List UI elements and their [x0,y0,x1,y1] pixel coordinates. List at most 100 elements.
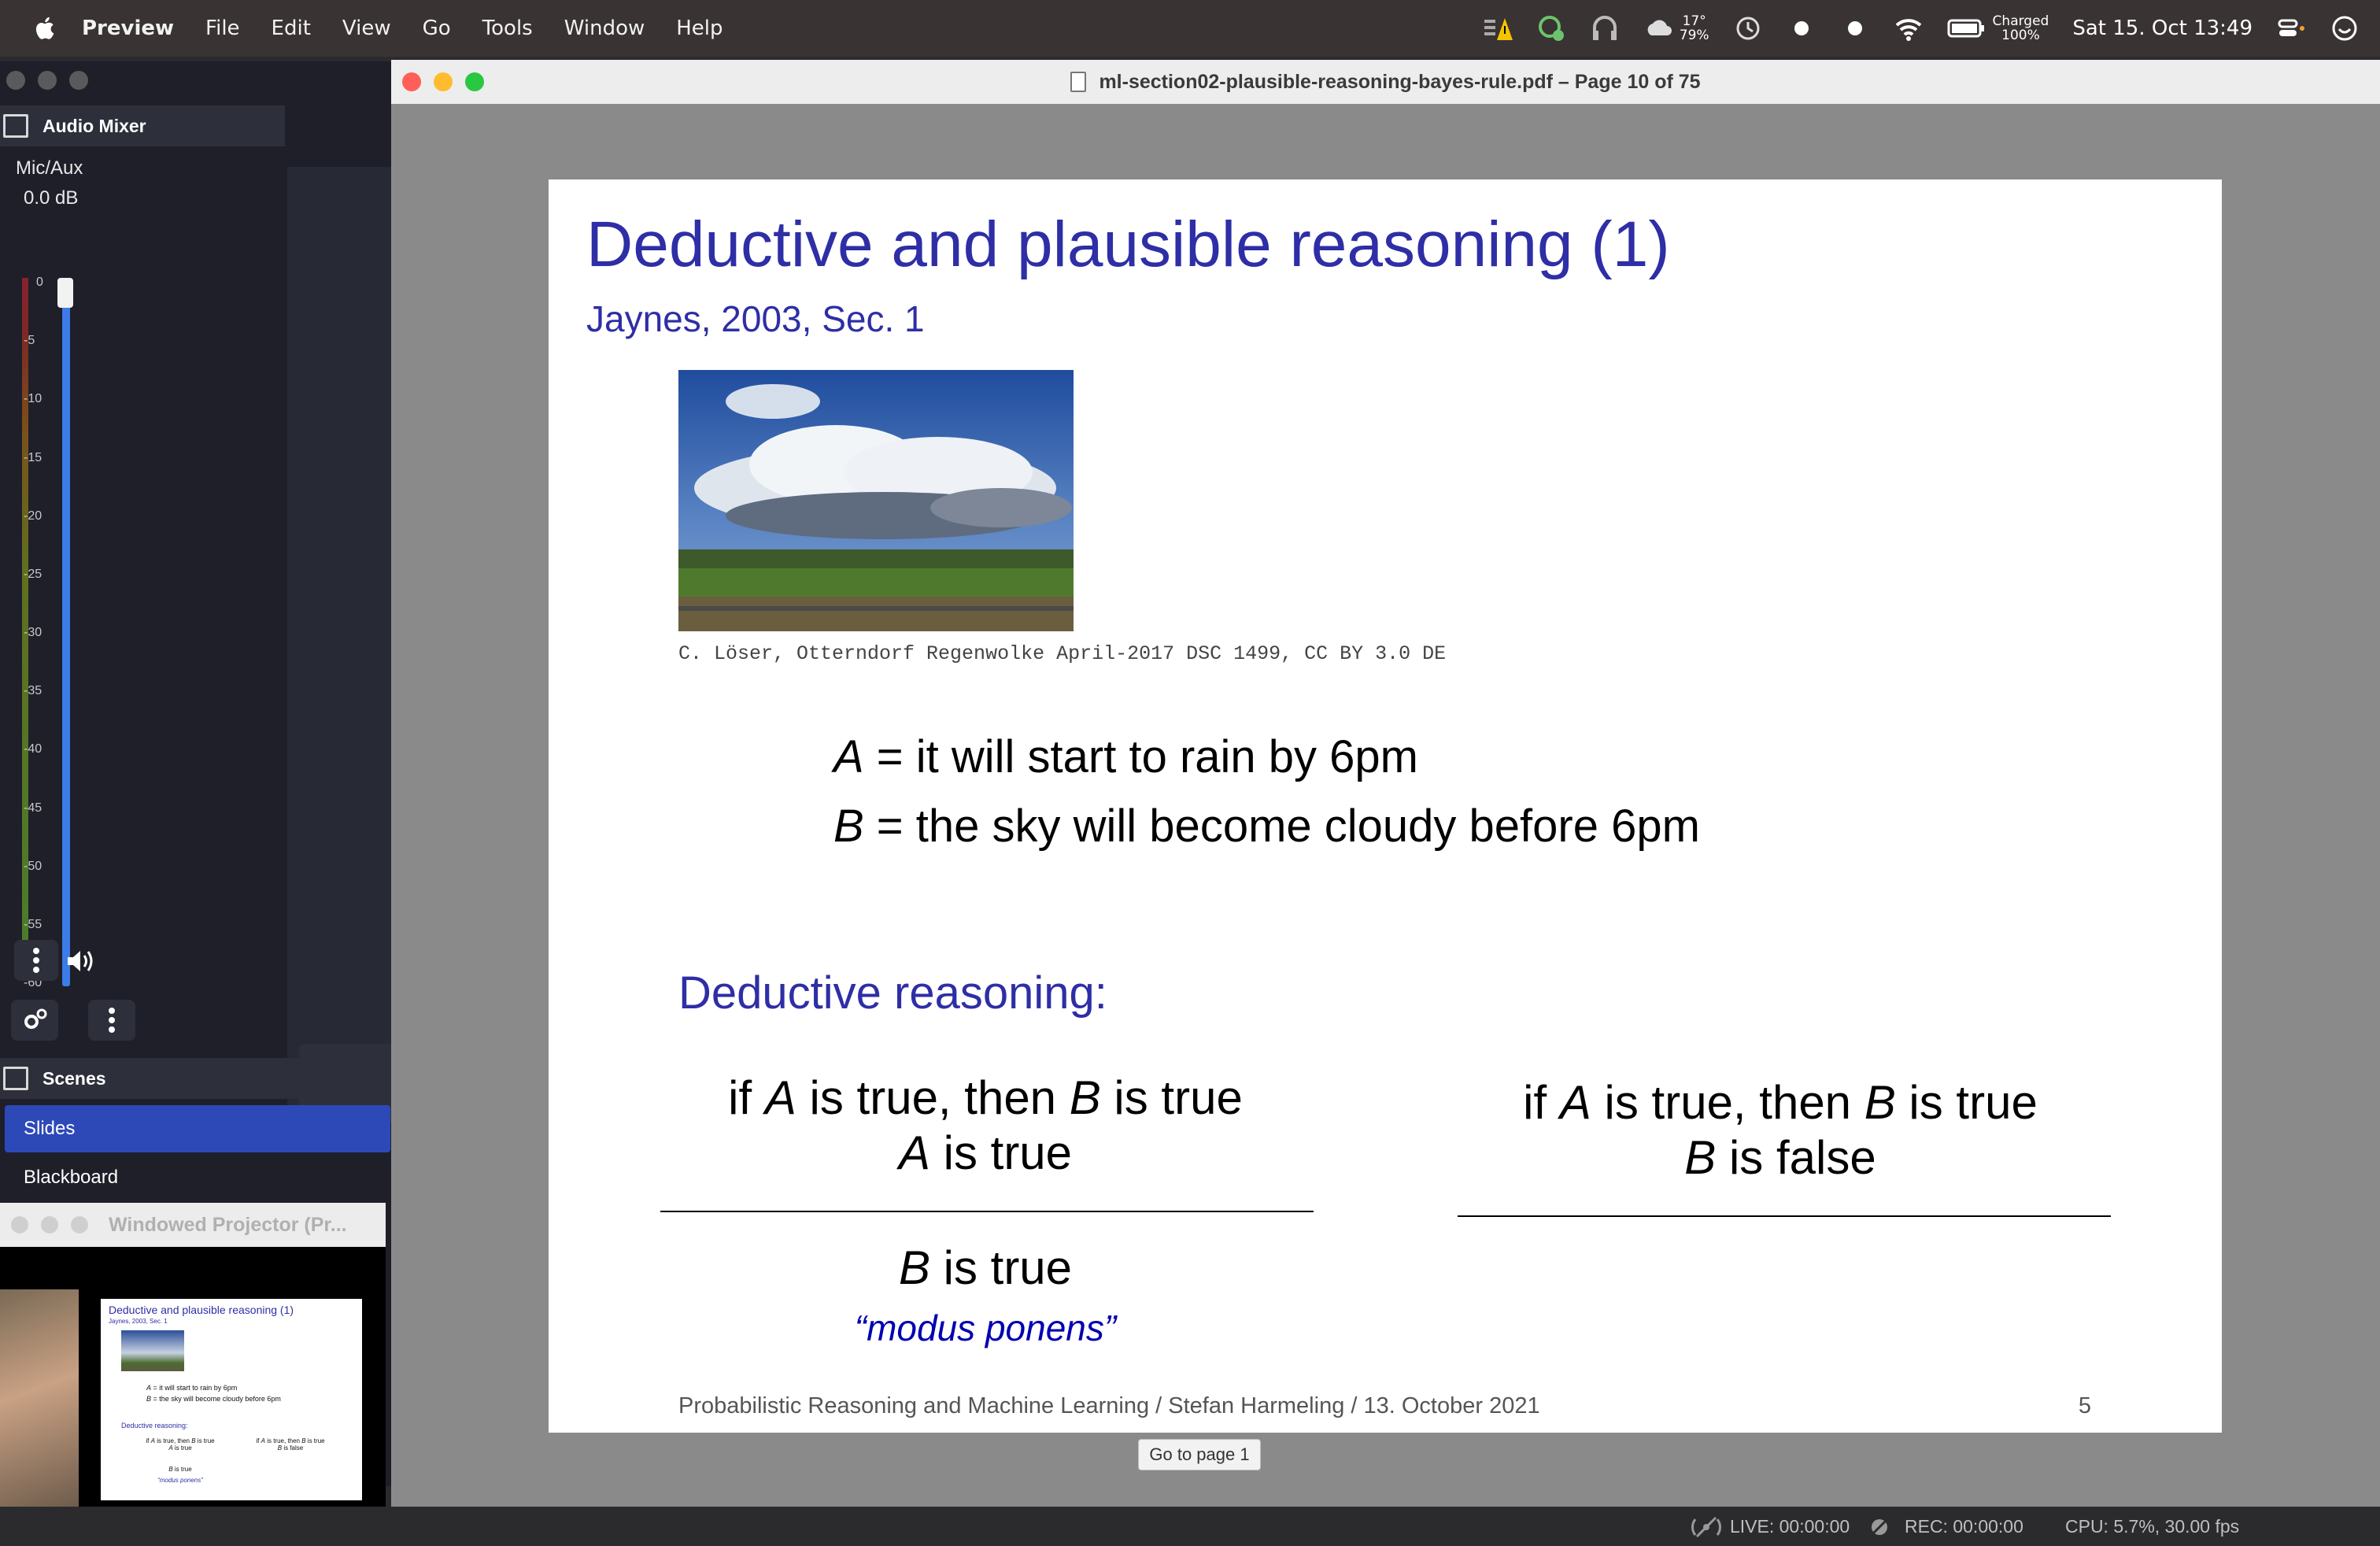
zoom-button[interactable] [465,72,484,91]
scene-item-blackboard[interactable]: Blackboard [5,1154,390,1201]
meter-tick-label: -15 [24,450,42,464]
definition-a: A = it will start to rain by 6pm [833,723,1700,792]
windowed-projector: Windowed Projector (Pr... Deductive and … [0,1203,386,1546]
obs-window-controls [6,71,88,90]
go-to-page-button[interactable]: Go to page 1 [1138,1439,1261,1470]
meter-tick-label: -40 [24,742,42,756]
scene-item-slides[interactable]: Slides [5,1105,390,1152]
time-machine-icon[interactable] [1733,13,1763,43]
apple-menu-icon[interactable] [31,14,60,43]
menu-bar: Preview File Edit View Go Tools Window H… [0,0,2380,57]
projector-title: Windowed Projector (Pr... [109,1213,347,1236]
mini-def-b: B = the sky will become cloudy before 6p… [146,1395,281,1403]
wifi-icon[interactable] [1894,13,1924,43]
menu-bar-extras: 17° 79% Charged 100% Sat 15. Oct 13:49 [1483,0,2360,57]
volume-slider-handle[interactable] [57,278,73,308]
modus-ponens-label: “modus ponens” [854,1307,1117,1348]
menu-window[interactable]: Window [564,17,645,40]
audio-settings-button[interactable] [11,1000,58,1041]
headphones-icon[interactable] [1590,13,1620,43]
projector-titlebar[interactable]: Windowed Projector (Pr... [0,1203,386,1247]
minimize-button[interactable] [434,72,453,91]
pdf-document-icon [1070,72,1087,92]
right-premise1-post: is true [1895,1076,2038,1129]
right-premise1-mid: is true, then [1591,1076,1864,1129]
gear-icon [24,1008,47,1029]
audio-mixer-dock-title[interactable]: Audio Mixer [0,105,285,146]
projector-minimize-button[interactable] [41,1216,58,1233]
mini-left-conclusion: B is true [129,1466,231,1473]
obs-close-button[interactable] [6,71,25,90]
menu-edit[interactable]: Edit [272,17,311,40]
mixer-level-readout: 0.0 dB [24,187,79,209]
mini-left-premise2-text: is true [172,1444,192,1452]
projector-zoom-button[interactable] [71,1216,88,1233]
meter-tick-label: -50 [24,859,42,873]
window-title: ml-section02-plausible-reasoning-bayes-r… [1099,70,1701,93]
weather-temp: 17° [1682,13,1706,29]
mini-left-premise1-mid: is true, then [154,1437,192,1444]
volume-slider-track[interactable] [62,278,70,986]
left-premise2-text: is true [929,1126,1073,1179]
right-premise1-b: B [1864,1076,1896,1129]
scenes-float-icon[interactable] [3,1067,28,1090]
right-premise1-pre: if [1523,1076,1560,1129]
deductive-reasoning-heading: Deductive reasoning: [678,967,1107,1019]
mini-right-premise1-post: is true [305,1437,325,1444]
warning-icon[interactable] [1483,13,1513,43]
menu-file[interactable]: File [205,17,240,40]
left-conclusion: B is true [659,1241,1312,1295]
projector-close-button[interactable] [11,1216,28,1233]
left-premise2-var: A [898,1126,930,1179]
meter-tick-label: -45 [24,801,42,815]
weather-widget[interactable]: 17° 79% [1643,13,1709,43]
left-premise1-mid: is true, then [796,1071,1070,1124]
control-center-icon[interactable] [2276,13,2306,43]
menu-view[interactable]: View [342,17,391,40]
record-dot-icon[interactable] [1787,13,1816,43]
preview-titlebar[interactable]: ml-section02-plausible-reasoning-bayes-r… [391,60,2380,104]
mini-def-b-text: = the sky will become cloudy before 6pm [151,1395,281,1403]
meter-tick-label: -5 [24,334,35,348]
menu-help[interactable]: Help [676,17,722,40]
menu-app-preview[interactable]: Preview [82,17,174,40]
right-premise-2: B is false [1454,1130,2107,1185]
weather-humidity: 79% [1679,28,1709,43]
mixer-menu-button[interactable] [14,940,58,981]
right-premise1-a: A [1559,1076,1591,1129]
close-button[interactable] [402,72,421,91]
left-inference-line [660,1211,1314,1212]
mini-left-conclusion-text: is true [172,1466,192,1473]
mini-slide-title: Deductive and plausible reasoning (1) [109,1304,294,1316]
pdf-page: Deductive and plausible reasoning (1) Ja… [549,179,2222,1433]
battery-widget[interactable]: Charged 100% [1947,13,2049,43]
meter-tick-label: -25 [24,567,42,581]
definitions: A = it will start to rain by 6pm B = the… [833,723,1700,861]
obs-zoom-button[interactable] [69,71,88,90]
mini-slide-subtitle: Jaynes, 2003, Sec. 1 [109,1318,168,1325]
mini-right-premise1-mid: is true, then [264,1437,302,1444]
left-premise1-a: A [764,1071,796,1124]
obs-minimize-button[interactable] [38,71,57,90]
menu-tools[interactable]: Tools [482,17,533,40]
projector-window-controls [11,1216,88,1233]
status-app-icon[interactable] [1536,13,1566,43]
siri-icon[interactable] [2330,13,2360,43]
record-dot-icon-2[interactable] [1840,13,1870,43]
mini-left-block: if A is true, then B is true A is true [129,1437,231,1452]
right-premise2-var: B [1684,1131,1717,1184]
menu-clock[interactable]: Sat 15. Oct 13:49 [2072,17,2252,40]
rec-timer: REC: 00:00:00 [1905,1516,2023,1537]
left-premise-2: A is true [659,1126,1312,1181]
menu-go[interactable]: Go [423,17,451,40]
meter-tick-label: 0 [36,276,43,289]
left-premise1-post: is true [1100,1071,1243,1124]
mini-modus-ponens: “modus ponens” [157,1477,203,1484]
meter-tick-label: -20 [24,509,42,523]
left-conclusion-var: B [898,1241,930,1294]
scenes-dock-title[interactable]: Scenes [0,1058,394,1099]
speaker-icon[interactable] [65,948,96,975]
audio-more-button[interactable] [88,1000,135,1041]
mini-right-premise2-text: is false [282,1444,304,1452]
dock-float-icon[interactable] [3,114,28,138]
